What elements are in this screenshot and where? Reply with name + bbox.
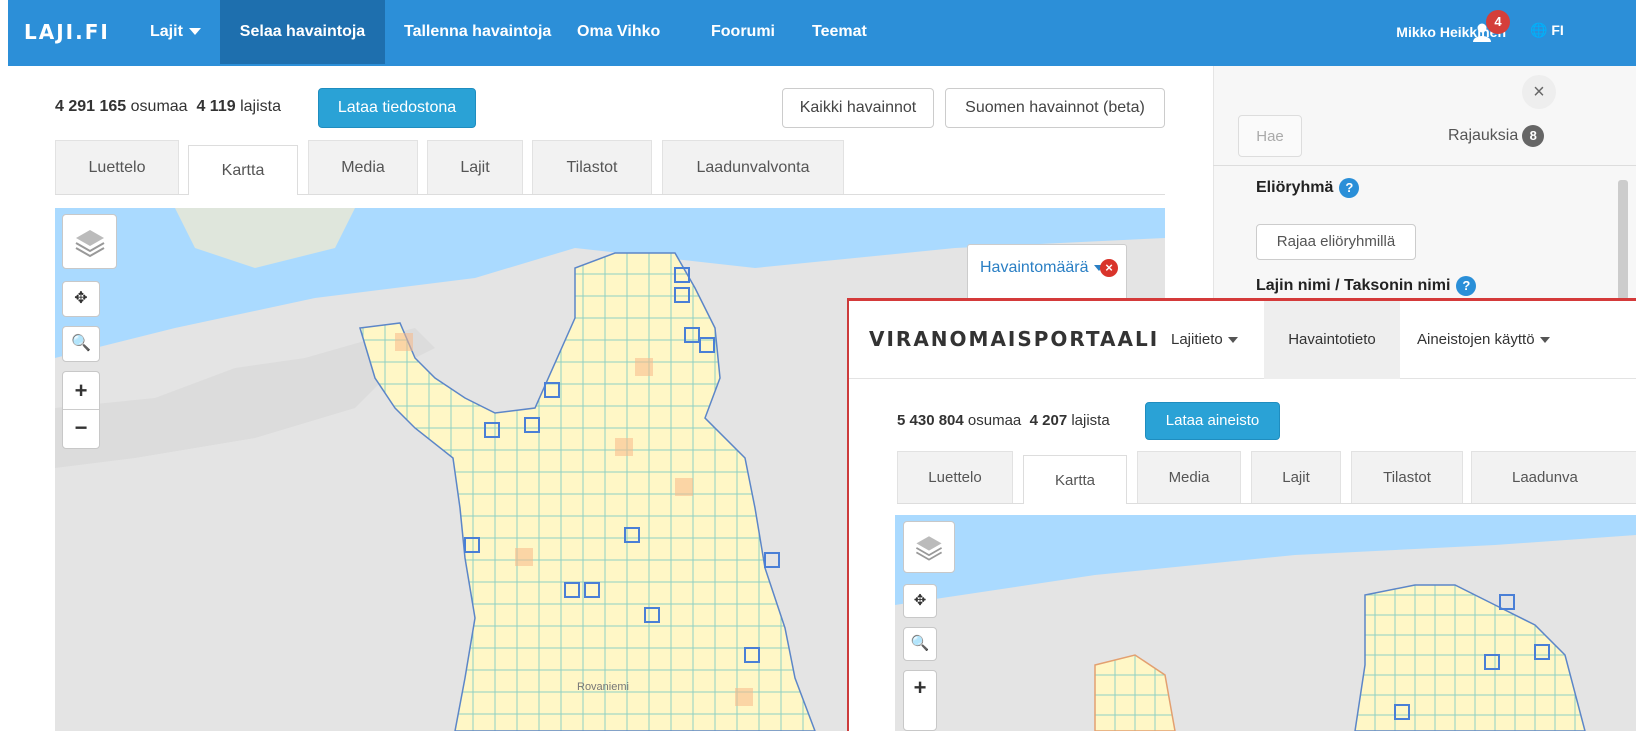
legend-close-icon[interactable]: × (1100, 259, 1118, 277)
caret-down-icon (1539, 337, 1550, 344)
tab-lajit[interactable]: Lajit (427, 140, 523, 194)
search-icon: 🔍 (910, 635, 930, 652)
notification-badge[interactable]: 4 (1486, 10, 1510, 34)
tab-tilastot[interactable]: Tilastot (532, 140, 652, 194)
overlay-tab-lajit[interactable]: Lajit (1251, 451, 1341, 503)
filters-count[interactable]: Rajauksia 8 (1448, 125, 1545, 147)
locate-button[interactable]: ✥ (62, 281, 100, 317)
overlay-species-label: lajista (1071, 412, 1110, 429)
top-navbar: LAJI.FI Lajit Selaa havaintoja Tallenna … (0, 0, 1636, 66)
zoom-out-button[interactable]: − (63, 410, 99, 448)
nav-item-label: Selaa havaintoja (239, 23, 366, 40)
language-selector[interactable]: 🌐 FI (1530, 22, 1564, 39)
taxon-filter-text: Lajin nimi / Taksonin nimi (1256, 277, 1451, 294)
brand-logo[interactable]: LAJI.FI (24, 20, 110, 44)
all-observations-button[interactable]: Kaikki havainnot (782, 88, 934, 128)
filters-badge: 8 (1522, 125, 1545, 147)
overlay-tab-laadunvalvonta[interactable]: Laadunva (1471, 451, 1636, 503)
layers-button[interactable] (62, 214, 117, 269)
map-legend: Havaintomäärä × (967, 244, 1127, 304)
overlay-species-count: 4 207 (1029, 412, 1068, 429)
caret-down-icon (1227, 337, 1238, 344)
layers-icon (915, 536, 943, 561)
map-search-button[interactable]: 🔍 (62, 326, 100, 362)
overlay-map-canvas[interactable] (895, 515, 1636, 731)
filters-label: Rajauksia (1448, 127, 1519, 144)
nav-item-teemat[interactable]: Teemat (812, 0, 867, 64)
globe-icon: 🌐 (1530, 22, 1548, 38)
tab-laadunvalvonta[interactable]: Laadunvalvonta (662, 140, 844, 194)
language-label: FI (1551, 22, 1564, 38)
overlay-navbar: VIRANOMAISPORTAALI Lajitieto Havaintotie… (849, 301, 1636, 379)
overlay-results-label: osumaa (967, 412, 1022, 429)
species-count: 4 119 (196, 98, 236, 115)
nav-item-foorumi[interactable]: Foorumi (711, 0, 775, 64)
help-icon[interactable]: ? (1456, 276, 1477, 296)
download-file-button[interactable]: Lataa tiedostona (318, 88, 476, 128)
results-count-label: osumaa (130, 98, 188, 115)
tab-media[interactable]: Media (308, 140, 418, 194)
close-icon[interactable]: × (1522, 75, 1556, 109)
crosshair-icon: ✥ (913, 592, 927, 609)
navbar-edge (0, 0, 8, 66)
overlay-locate-button[interactable]: ✥ (903, 584, 937, 618)
caret-down-icon (188, 28, 201, 36)
group-filter-text: Eliöryhmä (1256, 179, 1334, 196)
overlay-nav-lajitieto[interactable]: Lajitieto (1171, 301, 1238, 379)
help-icon[interactable]: ? (1339, 178, 1360, 198)
crosshair-icon: ✥ (74, 290, 88, 307)
nav-item-lajit[interactable]: Lajit (150, 0, 201, 64)
legend-selector[interactable]: Havaintomäärä (980, 259, 1104, 277)
nav-item-label: Oma Vihko (577, 23, 661, 40)
place-label: Rovaniemi (577, 681, 629, 693)
overlay-nav-label: Lajitieto (1171, 331, 1223, 348)
overlay-results-count: 5 430 804 (897, 412, 964, 429)
nav-item-label: Teemat (812, 23, 867, 40)
overlay-results-summary: 5 430 804 osumaa 4 207 lajista (897, 412, 1110, 429)
results-count: 4 291 165 (55, 98, 127, 115)
overlay-tab-media[interactable]: Media (1137, 451, 1241, 503)
nav-item-oma-vihko[interactable]: Oma Vihko (577, 0, 660, 64)
nav-item-selaa-havaintoja[interactable]: Selaa havaintoja (220, 0, 385, 64)
panel-scrollbar[interactable] (1618, 180, 1628, 300)
overlay-tab-kartta[interactable]: Kartta (1023, 455, 1127, 504)
overlay-nav-aineistojen-kaytto[interactable]: Aineistojen käyttö (1417, 301, 1550, 379)
search-button[interactable]: Hae (1238, 115, 1302, 157)
zoom-control: + − (62, 371, 100, 449)
overlay-zoom-in-button[interactable]: + (903, 670, 937, 731)
group-filter-button[interactable]: Rajaa eliöryhmillä (1256, 224, 1416, 260)
nav-item-label: Lajit (150, 23, 183, 40)
overlay-layers-button[interactable] (903, 521, 955, 573)
tab-kartta[interactable]: Kartta (188, 145, 298, 195)
layers-icon (75, 230, 104, 258)
search-icon: 🔍 (71, 335, 91, 352)
overlay-brand[interactable]: VIRANOMAISPORTAALI (869, 327, 1159, 351)
taxon-filter-label: Lajin nimi / Taksonin nimi? (1256, 276, 1477, 296)
tab-luettelo[interactable]: Luettelo (55, 140, 179, 194)
overlay-download-button[interactable]: Lataa aineisto (1145, 402, 1280, 440)
nav-item-label: Tallenna havaintoja (404, 23, 552, 40)
overlay-tab-luettelo[interactable]: Luettelo (897, 451, 1013, 503)
nav-item-label: Foorumi (711, 23, 775, 40)
zoom-in-button[interactable]: + (63, 372, 99, 410)
overlay-nav-label: Aineistojen käyttö (1417, 331, 1535, 348)
results-summary: 4 291 165 osumaa 4 119 lajista (55, 98, 281, 116)
overlay-search-button[interactable]: 🔍 (903, 627, 937, 661)
legend-label: Havaintomäärä (980, 259, 1089, 276)
group-filter-label: Eliöryhmä? (1256, 178, 1360, 198)
overlay-map[interactable] (895, 515, 1636, 731)
overlay-nav-label: Havaintotieto (1288, 331, 1376, 348)
overlay-nav-havaintotieto[interactable]: Havaintotieto (1264, 301, 1400, 379)
nav-item-tallenna[interactable]: Tallenna havaintoja (404, 0, 551, 64)
overlay-tab-tilastot[interactable]: Tilastot (1351, 451, 1463, 503)
finland-observations-button[interactable]: Suomen havainnot (beta) (945, 88, 1165, 128)
species-count-label: lajista (240, 98, 281, 115)
filter-panel-divider (1213, 165, 1636, 166)
